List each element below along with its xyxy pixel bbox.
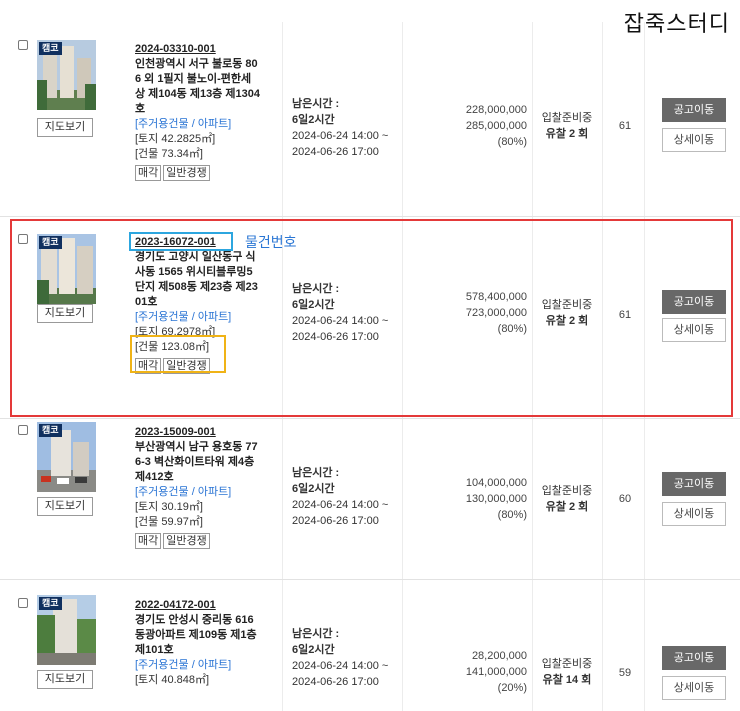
price-ratio: (80%) xyxy=(497,509,527,521)
status-text: 입찰준비중 xyxy=(541,658,593,670)
listing-checkbox[interactable] xyxy=(18,598,28,608)
price-info: 228,000,000 285,000,000 (80%) xyxy=(412,102,527,150)
bid-end: 2024-06-26 17:00 xyxy=(292,146,379,158)
bid-status: 입찰준비중 유찰 2 회 xyxy=(532,110,602,142)
map-view-button[interactable]: 지도보기 xyxy=(37,497,93,516)
bid-status: 입찰준비중 유찰 14 회 xyxy=(532,656,602,688)
land-area: [토지 30.19㎡] xyxy=(135,501,203,513)
bid-start: 2024-06-24 14:00 ~ xyxy=(292,130,389,142)
appraisal-price: 28,200,000 xyxy=(471,650,527,662)
address-line: 제101호 xyxy=(135,644,174,656)
fail-count: 유찰 14 회 xyxy=(542,674,592,686)
listing-info: 2023-15009-001 부산광역시 남구 용호동 77 6-3 벽산화이트… xyxy=(135,425,280,549)
listing-checkbox[interactable] xyxy=(18,425,28,435)
remaining-label: 남은시간 : xyxy=(292,98,340,110)
price-info: 104,000,000 130,000,000 (80%) xyxy=(412,475,527,523)
bid-end: 2024-06-26 17:00 xyxy=(292,515,379,527)
address-line: 제412호 xyxy=(135,471,174,483)
address-line: 6-3 벽산화이트타워 제4층 xyxy=(135,456,255,468)
detail-move-button[interactable]: 상세이동 xyxy=(662,128,726,152)
kamco-badge: 캠코 xyxy=(39,42,62,55)
fail-count: 유찰 2 회 xyxy=(545,128,589,140)
property-photo[interactable]: 캠코 xyxy=(37,422,96,492)
view-count: 59 xyxy=(618,667,632,679)
detail-move-button[interactable]: 상세이동 xyxy=(662,676,726,700)
remaining-time: 6일2시간 xyxy=(292,644,335,656)
address-line: 경기도 안성시 중리동 616 xyxy=(135,614,254,626)
bid-period: 남은시간 : 6일2시간 2024-06-24 14:00 ~ 2024-06-… xyxy=(292,96,402,160)
address-line: 인천광역시 서구 불로동 80 xyxy=(135,58,258,70)
bid-status: 입찰준비중 유찰 2 회 xyxy=(532,483,602,515)
address-line: 호 xyxy=(135,103,146,115)
minimum-price: 130,000,000 xyxy=(465,493,527,505)
appraisal-price: 228,000,000 xyxy=(465,104,527,116)
listing-info: 2024-03310-001 인천광역시 서구 불로동 80 6 외 1필지 불… xyxy=(135,42,280,181)
address-line: 동광아파트 제109동 제1층 xyxy=(135,629,257,641)
bid-start: 2024-06-24 14:00 ~ xyxy=(292,499,389,511)
map-view-button[interactable]: 지도보기 xyxy=(37,118,93,137)
listing-row: 캠코 지도보기 2023-15009-001 부산광역시 남구 용호동 77 6… xyxy=(0,419,740,580)
minimum-price: 285,000,000 xyxy=(465,120,527,132)
building-area: [건물 73.34㎡] xyxy=(135,148,203,160)
kamco-badge: 캠코 xyxy=(39,424,62,437)
price-ratio: (20%) xyxy=(497,682,527,694)
case-number-link[interactable]: 2023-15009-001 xyxy=(135,425,216,440)
address-line: 6 외 1필지 불노이-편한세 xyxy=(135,73,252,85)
property-type: [주거용건물 / 아파트] xyxy=(135,118,232,130)
price-ratio: (80%) xyxy=(497,136,527,148)
listing-checkbox[interactable] xyxy=(18,40,28,50)
property-photo[interactable]: 캠코 xyxy=(37,595,96,665)
bid-type-tag: 일반경쟁 xyxy=(163,533,210,549)
property-type: [주거용건물 / 아파트] xyxy=(135,659,232,671)
sale-type-tag: 매각 xyxy=(135,165,162,181)
view-count: 60 xyxy=(618,493,632,505)
remaining-label: 남은시간 : xyxy=(292,467,340,479)
bid-type-tag: 일반경쟁 xyxy=(163,165,210,181)
appraisal-price: 104,000,000 xyxy=(465,477,527,489)
listing-info: 2022-04172-001 경기도 안성시 중리동 616 동광아파트 제10… xyxy=(135,598,280,688)
bid-period: 남은시간 : 6일2시간 2024-06-24 14:00 ~ 2024-06-… xyxy=(292,465,402,529)
remaining-time: 6일2시간 xyxy=(292,114,335,126)
address-line: 상 제104동 제13층 제1304 xyxy=(135,88,260,100)
case-number-link[interactable]: 2022-04172-001 xyxy=(135,598,216,613)
minimum-price: 141,000,000 xyxy=(465,666,527,678)
detail-move-button[interactable]: 상세이동 xyxy=(662,502,726,526)
bid-start: 2024-06-24 14:00 ~ xyxy=(292,660,389,672)
bid-period: 남은시간 : 6일2시간 2024-06-24 14:00 ~ 2024-06-… xyxy=(292,626,402,690)
sale-type-tag: 매각 xyxy=(135,533,162,549)
kamco-badge: 캠코 xyxy=(39,597,62,610)
selected-listing-highlight xyxy=(10,219,733,417)
listing-row: 캠코 지도보기 2022-04172-001 경기도 안성시 중리동 616 동… xyxy=(0,580,740,711)
status-text: 입찰준비중 xyxy=(541,485,593,497)
listing-row: 캠코 지도보기 2024-03310-001 인천광역시 서구 불로동 80 6… xyxy=(0,22,740,217)
remaining-time: 6일2시간 xyxy=(292,483,335,495)
property-type: [주거용건물 / 아파트] xyxy=(135,486,232,498)
map-view-button[interactable]: 지도보기 xyxy=(37,670,93,689)
remaining-label: 남은시간 : xyxy=(292,628,340,640)
status-text: 입찰준비중 xyxy=(541,112,593,124)
notice-move-button[interactable]: 공고이동 xyxy=(662,98,726,122)
view-count: 61 xyxy=(618,120,632,132)
land-area: [토지 40.848㎡] xyxy=(135,674,210,686)
address-line: 부산광역시 남구 용호동 77 xyxy=(135,441,258,453)
building-area: [건물 59.97㎡] xyxy=(135,516,203,528)
notice-move-button[interactable]: 공고이동 xyxy=(662,646,726,670)
bid-end: 2024-06-26 17:00 xyxy=(292,676,379,688)
property-photo[interactable]: 캠코 xyxy=(37,40,96,110)
price-info: 28,200,000 141,000,000 (20%) xyxy=(412,648,527,696)
fail-count: 유찰 2 회 xyxy=(545,501,589,513)
case-number-link[interactable]: 2024-03310-001 xyxy=(135,42,216,57)
notice-move-button[interactable]: 공고이동 xyxy=(662,472,726,496)
land-area: [토지 42.2825㎡] xyxy=(135,133,216,145)
